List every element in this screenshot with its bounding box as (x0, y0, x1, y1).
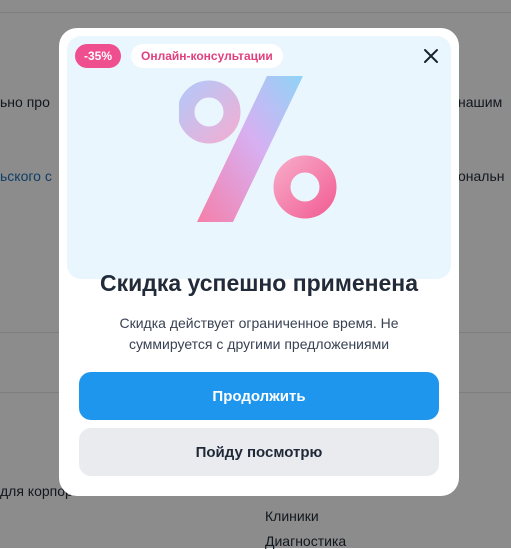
close-button[interactable] (417, 42, 445, 70)
modal-title: Скидка успешно применена (99, 270, 418, 296)
continue-button[interactable]: Продолжить (79, 372, 439, 420)
modal-subtitle: Скидка действует ограниченное время. Не … (119, 315, 399, 352)
discount-modal: -35% Онлайн-консультации Скидка успешно … (59, 28, 459, 496)
percent-icon (179, 76, 337, 222)
category-badge: Онлайн-консультации (131, 44, 283, 68)
browse-button[interactable]: Пойду посмотрю (79, 428, 439, 476)
promo-banner: -35% Онлайн-консультации (67, 36, 451, 279)
close-icon (424, 49, 438, 63)
discount-badge: -35% (75, 44, 122, 68)
